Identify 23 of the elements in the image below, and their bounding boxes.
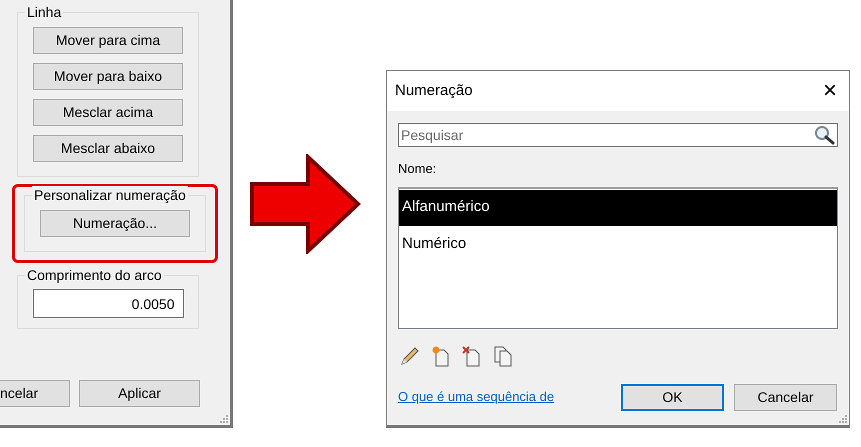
panel-button[interactable]: Mover para cima [33, 27, 183, 54]
panel-button[interactable]: Mover para baixo [33, 63, 183, 90]
search-icon[interactable] [814, 125, 836, 145]
panel-button[interactable]: Mesclar acima [33, 99, 183, 126]
resize-grip-icon[interactable] [219, 414, 229, 424]
arc-length-field[interactable]: 0.0050 [32, 289, 184, 318]
resize-grip-icon[interactable] [838, 414, 848, 424]
close-button[interactable]: × [822, 79, 837, 103]
help-link[interactable]: O que é uma sequência de [398, 387, 554, 407]
pencil-icon[interactable] [399, 344, 421, 366]
panel-button[interactable]: Mesclar abaixo [33, 135, 183, 162]
arrow-icon [250, 154, 362, 254]
dialog-title: Numeração [395, 80, 473, 101]
panel-button[interactable]: ncelar [0, 380, 70, 407]
copy-document-icon[interactable] [492, 344, 514, 366]
panel-button[interactable]: Cancelar [734, 384, 837, 410]
panel-button[interactable]: OK [621, 384, 724, 410]
list-label: Nome: [398, 160, 438, 178]
search-field[interactable]: Pesquisar [398, 123, 838, 147]
panel-button[interactable]: Numeração... [40, 210, 190, 237]
panel-button[interactable]: Aplicar [79, 380, 200, 407]
group-title: Personalizar numeração [32, 186, 188, 204]
list-item[interactable]: Alfanumérico [399, 190, 837, 226]
